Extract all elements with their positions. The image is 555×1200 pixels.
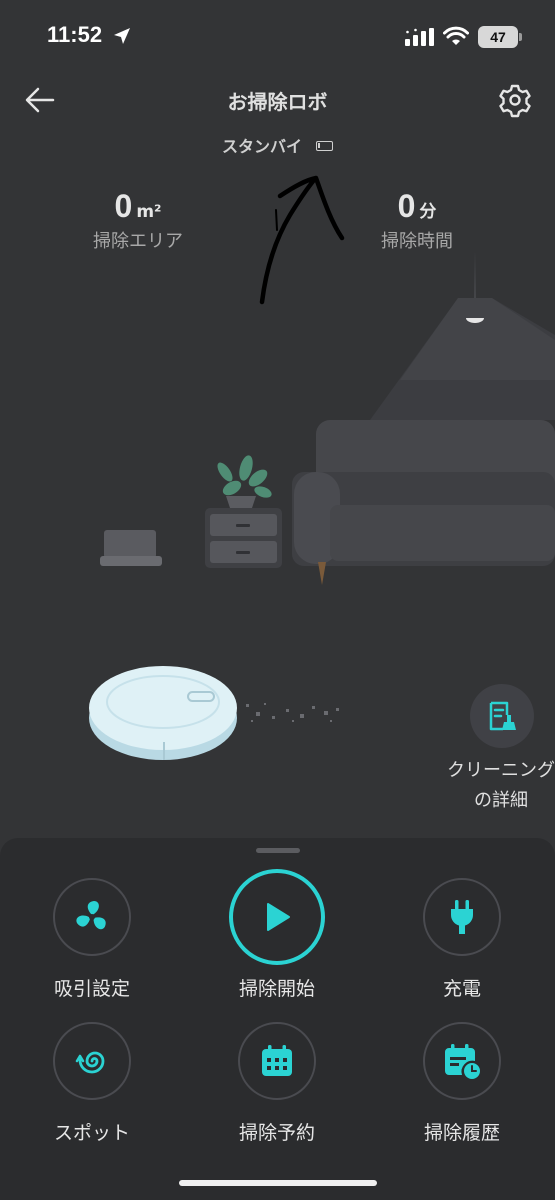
stat-time-unit: 分: [419, 202, 437, 222]
cleaning-history-label: 掃除履歴: [423, 1122, 500, 1144]
cleaning-history-circle[interactable]: [423, 1022, 501, 1100]
cleaning-details-icon-button[interactable]: [470, 684, 534, 748]
page-title: お掃除ロボ: [227, 90, 328, 114]
gear-icon[interactable]: [497, 82, 533, 118]
schedule-label: 掃除予約: [238, 1122, 315, 1144]
header: お掃除ロボ: [0, 72, 555, 128]
schedule-circle[interactable]: [238, 1022, 316, 1100]
stat-area-unit: m²: [136, 202, 162, 222]
home-indicator[interactable]: [179, 1180, 377, 1186]
play-icon: [267, 903, 290, 931]
suction-settings-label: 吸引設定: [53, 978, 130, 1000]
suction-settings-button[interactable]: 吸引設定: [17, 878, 167, 1001]
battery-indicator: 47: [478, 26, 522, 48]
schedule-button[interactable]: 掃除予約: [202, 1022, 352, 1145]
spot-cleaning-circle[interactable]: [53, 1022, 131, 1100]
wifi-icon: [443, 26, 469, 45]
suction-settings-circle[interactable]: [53, 878, 131, 956]
charge-circle[interactable]: [423, 878, 501, 956]
robot-status-text: スタンバイ: [221, 137, 302, 156]
control-panel: 吸引設定 掃除開始 充電 スポット 掃除予約 掃除履歴: [0, 838, 555, 1200]
cleaning-details-button[interactable]: クリーニングの詳細: [440, 684, 555, 816]
spiral-icon: [75, 1051, 105, 1074]
robot-vacuum-image: [89, 666, 237, 760]
cleaning-details-label: クリーニングの詳細: [447, 760, 555, 811]
panel-drag-handle[interactable]: [256, 848, 300, 853]
stat-time-value: 0: [397, 188, 416, 224]
spot-cleaning-button[interactable]: スポット: [17, 1022, 167, 1145]
fan-icon: [76, 901, 106, 930]
calendar-clock-icon: [445, 1044, 480, 1079]
stat-cleaned-area: 0 m² 掃除エリア: [48, 188, 228, 253]
cleaning-history-button[interactable]: 掃除履歴: [387, 1022, 537, 1145]
start-cleaning-button[interactable]: 掃除開始: [202, 869, 352, 1001]
charge-button[interactable]: 充電: [387, 878, 537, 1001]
start-cleaning-circle[interactable]: [229, 869, 325, 965]
cleaning-document-icon: [489, 701, 516, 731]
status-bar: 11:52 47: [0, 0, 555, 72]
room-illustration: [100, 250, 555, 585]
plug-icon: [451, 900, 473, 934]
charge-label: 充電: [442, 978, 481, 1000]
robot-status: スタンバイ: [0, 133, 555, 157]
start-cleaning-label: 掃除開始: [238, 978, 315, 1000]
location-arrow-icon: [114, 28, 130, 44]
cellular-signal-icon: [405, 28, 434, 46]
calendar-icon: [262, 1045, 292, 1076]
status-time: 11:52: [47, 22, 103, 47]
dust-particles: [246, 703, 339, 722]
stat-area-value: 0: [114, 188, 133, 224]
spot-cleaning-label: スポット: [53, 1122, 130, 1144]
battery-icon: [316, 141, 333, 151]
